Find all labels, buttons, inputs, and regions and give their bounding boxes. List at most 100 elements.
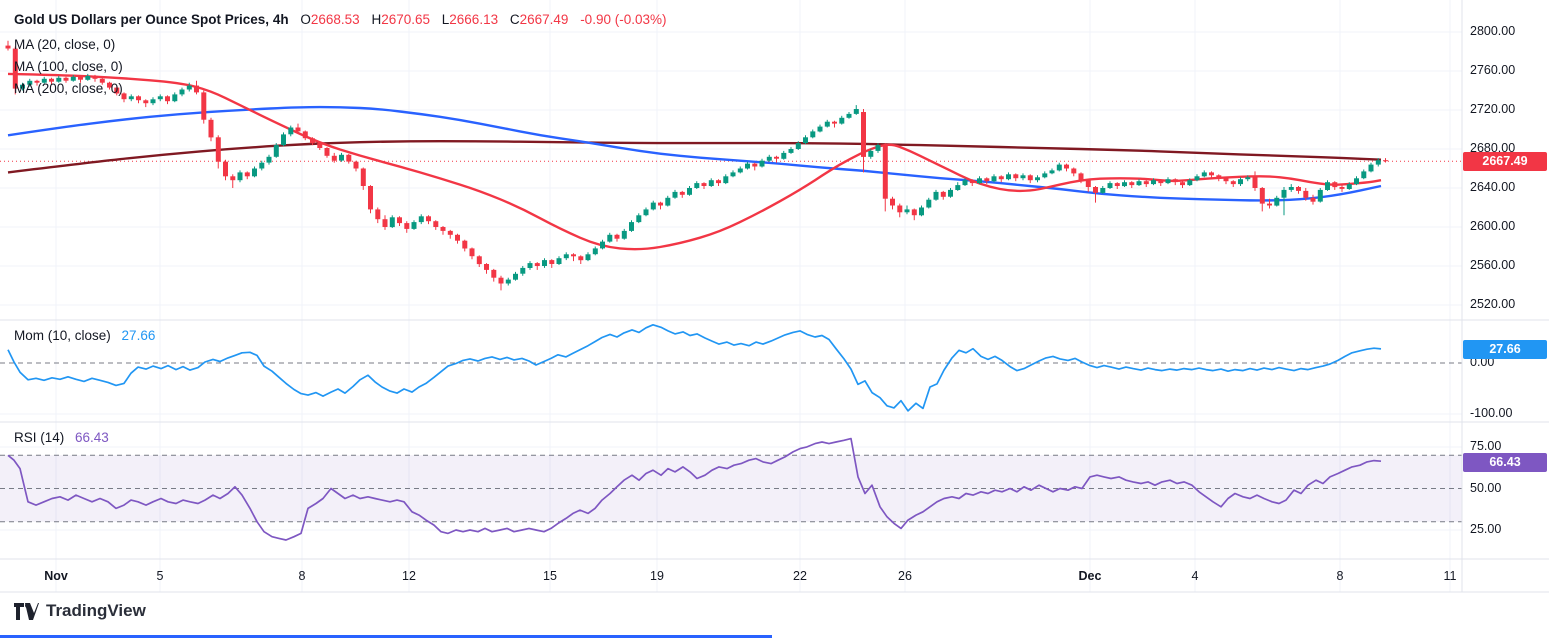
indicator-ma100[interactable]: MA (100, close, 0) bbox=[14, 56, 666, 78]
candle-body bbox=[1267, 204, 1272, 206]
candle-body bbox=[1042, 173, 1047, 177]
candle-body bbox=[317, 143, 322, 148]
candle-body bbox=[578, 256, 583, 260]
indicator-rsi[interactable]: RSI (14) 66.43 bbox=[14, 430, 109, 445]
time-axis-label: 8 bbox=[1337, 569, 1344, 583]
candle-body bbox=[310, 138, 315, 143]
time-axis-label: 4 bbox=[1192, 569, 1199, 583]
time-axis-label: 12 bbox=[402, 569, 416, 583]
candle-body bbox=[1115, 183, 1120, 186]
candle-body bbox=[1173, 179, 1178, 182]
candle-body bbox=[1282, 190, 1287, 198]
candle-body bbox=[926, 200, 931, 208]
candle-body bbox=[716, 180, 721, 183]
time-axis-label: 22 bbox=[793, 569, 807, 583]
candle-body bbox=[1129, 182, 1134, 185]
candle-body bbox=[506, 280, 511, 284]
time-axis-label: Nov bbox=[44, 569, 68, 583]
time-axis-label: 11 bbox=[1444, 569, 1457, 583]
candle-body bbox=[223, 162, 228, 177]
candle-body bbox=[1166, 179, 1171, 183]
candle-body bbox=[259, 163, 264, 169]
candle-body bbox=[303, 131, 308, 138]
candle-body bbox=[1318, 190, 1323, 202]
candle-body bbox=[383, 219, 388, 227]
time-axis[interactable]: Nov581215192226Dec4811 bbox=[0, 560, 1549, 592]
candle-body bbox=[368, 186, 373, 209]
price-axis[interactable]: 2800.002760.002720.002680.002640.002600.… bbox=[1466, 0, 1549, 592]
ma20-line bbox=[8, 74, 1381, 249]
indicator-ma200[interactable]: MA (200, close, 0) bbox=[14, 78, 666, 100]
rsi-axis-label: 75.00 bbox=[1470, 439, 1501, 453]
candle-body bbox=[470, 248, 475, 256]
candle-body bbox=[1093, 187, 1098, 193]
candle-body bbox=[941, 192, 946, 197]
price-axis-label: 2760.00 bbox=[1470, 63, 1515, 77]
candle-body bbox=[883, 145, 888, 199]
candle-body bbox=[1231, 181, 1236, 184]
candle-body bbox=[1187, 180, 1192, 185]
candle-body bbox=[1383, 160, 1388, 161]
candle-body bbox=[1071, 169, 1076, 174]
candle-body bbox=[557, 258, 562, 264]
candle-body bbox=[433, 221, 438, 227]
high-label: H bbox=[371, 12, 381, 27]
candle-body bbox=[1369, 165, 1374, 172]
candle-body bbox=[6, 46, 11, 49]
candle-body bbox=[752, 164, 757, 167]
candle-body bbox=[1144, 181, 1149, 184]
tradingview-chart: Gold US Dollars per Ounce Spot Prices, 4… bbox=[0, 0, 1549, 638]
time-axis-label: 19 bbox=[650, 569, 664, 583]
candle-body bbox=[709, 180, 714, 186]
high-value: 2670.65 bbox=[381, 12, 430, 27]
candle-body bbox=[919, 208, 924, 216]
candle-body bbox=[774, 157, 779, 159]
candle-body bbox=[622, 231, 627, 239]
close-value: 2667.49 bbox=[520, 12, 569, 27]
rsi-label: RSI (14) bbox=[14, 430, 64, 445]
candle-body bbox=[520, 268, 525, 274]
candle-body bbox=[992, 176, 997, 181]
candle-body bbox=[549, 260, 554, 264]
candle-body bbox=[651, 203, 656, 210]
candle-body bbox=[673, 192, 678, 198]
candle-body bbox=[216, 137, 221, 161]
candle-body bbox=[462, 241, 467, 249]
symbol-title-row[interactable]: Gold US Dollars per Ounce Spot Prices, 4… bbox=[14, 12, 666, 28]
candle-body bbox=[238, 172, 243, 180]
open-value: 2668.53 bbox=[311, 12, 360, 27]
candle-body bbox=[1122, 182, 1127, 186]
candle-body bbox=[1303, 191, 1308, 198]
change-value: -0.90 (-0.03%) bbox=[580, 12, 666, 27]
candle-body bbox=[252, 169, 257, 177]
close-label: C bbox=[510, 12, 520, 27]
open-label: O bbox=[300, 12, 311, 27]
candle-body bbox=[868, 151, 873, 157]
candle-body bbox=[1006, 174, 1011, 179]
candle-body bbox=[1057, 165, 1062, 171]
time-axis-label: 15 bbox=[543, 569, 557, 583]
candle-body bbox=[564, 254, 569, 258]
momentum-value: 27.66 bbox=[122, 328, 156, 343]
candle-body bbox=[441, 227, 446, 231]
candle-body bbox=[745, 164, 750, 169]
candle-body bbox=[934, 192, 939, 200]
rsi-value: 66.43 bbox=[75, 430, 109, 445]
candle-body bbox=[963, 180, 968, 185]
candle-body bbox=[593, 248, 598, 254]
candle-body bbox=[644, 209, 649, 215]
candle-body bbox=[955, 185, 960, 190]
indicator-ma20[interactable]: MA (20, close, 0) bbox=[14, 34, 666, 56]
candle-body bbox=[1340, 187, 1345, 189]
candle-body bbox=[687, 188, 692, 195]
candle-body bbox=[731, 172, 736, 176]
candle-body bbox=[1035, 177, 1040, 180]
indicator-momentum[interactable]: Mom (10, close) 27.66 bbox=[14, 328, 155, 343]
tradingview-logo[interactable]: TradingView bbox=[14, 601, 146, 621]
candle-body bbox=[455, 235, 460, 241]
candle-body bbox=[615, 235, 620, 239]
candle-body bbox=[876, 145, 881, 151]
candle-body bbox=[491, 270, 496, 278]
candle-body bbox=[419, 216, 424, 222]
candle-body bbox=[542, 260, 547, 266]
